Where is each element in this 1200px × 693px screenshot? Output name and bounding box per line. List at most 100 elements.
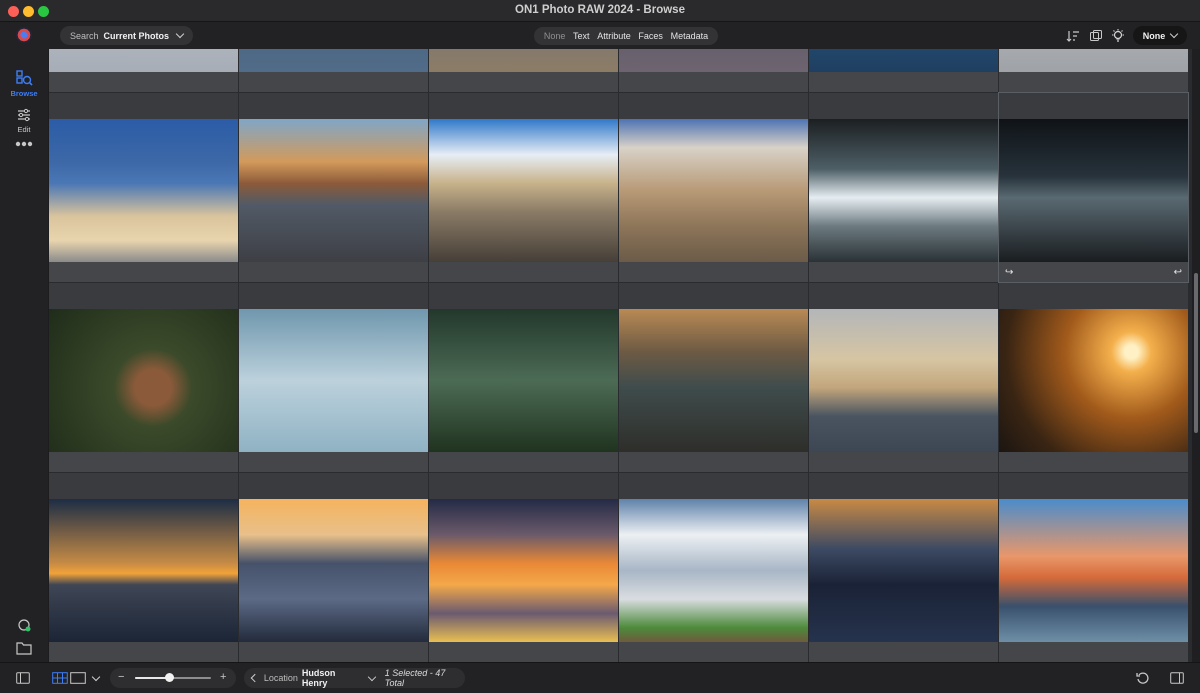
title-bar: ON1 Photo RAW 2024 - Browse xyxy=(0,0,1200,22)
compare-icon xyxy=(1090,29,1102,41)
rotate-left-icon xyxy=(1136,672,1149,684)
browse-label: Browse xyxy=(10,89,38,98)
chevron-down-icon[interactable] xyxy=(367,672,377,681)
preset-dropdown[interactable]: None xyxy=(1133,26,1187,45)
browse-module-button[interactable]: Browse xyxy=(0,69,48,98)
top-toolbar: Search Current Photos None Text Attribut… xyxy=(0,22,1200,49)
photo-image xyxy=(619,499,808,642)
photo-caption-strip xyxy=(999,262,1188,282)
slider-knob[interactable] xyxy=(165,673,175,682)
folders-button[interactable] xyxy=(0,641,48,655)
photo-caption-strip xyxy=(999,452,1188,472)
zoom-in-button[interactable]: + xyxy=(220,671,226,683)
photo-thumbnail[interactable] xyxy=(809,283,998,472)
photo-thumbnail[interactable] xyxy=(239,93,428,282)
photo-image xyxy=(809,49,998,72)
more-modules-button[interactable] xyxy=(0,141,48,147)
photo-thumbnail[interactable] xyxy=(809,93,998,282)
zoom-out-button[interactable]: − xyxy=(118,671,124,683)
rotate-left-icon[interactable]: ↩ xyxy=(1174,267,1182,278)
browse-icon xyxy=(16,70,33,86)
photo-image xyxy=(429,119,618,262)
chevron-down-icon xyxy=(91,672,101,682)
photo-thumbnail[interactable] xyxy=(809,473,998,662)
app-logo-icon[interactable] xyxy=(16,27,32,43)
photo-caption-strip xyxy=(239,452,428,472)
photo-thumbnail[interactable] xyxy=(239,473,428,662)
photo-thumbnail[interactable] xyxy=(999,283,1188,472)
location-bar: Location Hudson Henry 1 Selected - 47 To… xyxy=(244,668,465,688)
filter-metadata[interactable]: Metadata xyxy=(671,31,709,41)
photo-image xyxy=(809,499,998,642)
selection-count: 1 Selected - 47 Total xyxy=(384,668,446,688)
photo-thumbnail[interactable] xyxy=(429,49,618,92)
sliders-icon xyxy=(18,108,30,122)
toggle-left-panel-button[interactable] xyxy=(16,672,30,687)
photo-caption-strip xyxy=(619,642,808,662)
grid-view-icon xyxy=(52,672,68,684)
photo-thumbnail[interactable] xyxy=(619,93,808,282)
quick-look-button[interactable] xyxy=(1110,26,1126,45)
grid-scrollbar[interactable] xyxy=(1192,49,1200,662)
photo-image xyxy=(49,499,238,642)
folder-icon xyxy=(16,642,32,655)
photo-thumbnail[interactable] xyxy=(809,49,998,92)
search-scope-dropdown[interactable]: Search Current Photos xyxy=(60,26,194,45)
filter-none[interactable]: None xyxy=(544,31,566,41)
photo-image xyxy=(239,309,428,452)
extensions-icon xyxy=(18,619,31,632)
grid-view-button[interactable] xyxy=(52,672,68,687)
photo-thumbnail[interactable] xyxy=(239,49,428,92)
photo-image xyxy=(999,499,1188,642)
photo-image xyxy=(429,309,618,452)
photo-thumbnail[interactable] xyxy=(49,49,238,92)
scrollbar-thumb[interactable] xyxy=(1194,273,1198,433)
chevron-left-icon[interactable] xyxy=(250,673,260,683)
detail-view-button[interactable] xyxy=(70,672,86,687)
filter-faces[interactable]: Faces xyxy=(638,31,663,41)
photo-thumbnail[interactable] xyxy=(429,283,618,472)
photo-thumbnail[interactable] xyxy=(999,49,1188,92)
photo-image xyxy=(429,499,618,642)
photo-thumbnail[interactable] xyxy=(619,49,808,92)
photo-caption-strip xyxy=(49,642,238,662)
photo-thumbnail[interactable] xyxy=(429,93,618,282)
preset-value: None xyxy=(1142,30,1166,41)
edit-module-button[interactable]: Edit xyxy=(0,107,48,134)
photo-caption-strip xyxy=(809,72,998,92)
photo-thumbnail[interactable] xyxy=(49,93,238,282)
photo-thumbnail[interactable] xyxy=(999,473,1188,662)
location-value[interactable]: Hudson Henry xyxy=(302,668,362,688)
photo-caption-strip xyxy=(429,72,618,92)
sort-button[interactable] xyxy=(1066,26,1080,45)
slider-fill xyxy=(135,677,170,679)
photo-image xyxy=(619,49,808,72)
photo-image xyxy=(999,49,1188,72)
toggle-right-panel-button[interactable] xyxy=(1170,672,1184,687)
photo-thumbnail[interactable] xyxy=(239,283,428,472)
photo-thumbnail[interactable]: ↪ ↩ xyxy=(998,92,1189,283)
rotate-right-icon[interactable]: ↪ xyxy=(1005,267,1013,278)
sort-icon xyxy=(1066,30,1079,42)
photo-thumbnail[interactable] xyxy=(49,283,238,472)
photo-caption-strip xyxy=(619,72,808,92)
photo-image xyxy=(429,49,618,72)
photo-thumbnail[interactable] xyxy=(429,473,618,662)
lightbulb-icon xyxy=(1112,28,1124,42)
photo-thumbnail[interactable] xyxy=(49,473,238,662)
view-mode-dropdown[interactable] xyxy=(90,671,101,683)
photo-caption-strip xyxy=(619,262,808,282)
filter-attribute[interactable]: Attribute xyxy=(597,31,631,41)
photo-image xyxy=(809,119,998,262)
photo-thumbnail[interactable] xyxy=(619,473,808,662)
extensions-button[interactable] xyxy=(0,617,48,633)
photo-thumbnail[interactable] xyxy=(619,283,808,472)
photo-caption-strip xyxy=(619,452,808,472)
chevron-down-icon xyxy=(175,29,185,39)
undo-button[interactable] xyxy=(1136,671,1150,688)
filter-text[interactable]: Text xyxy=(573,31,590,41)
photo-image xyxy=(619,119,808,262)
compare-button[interactable] xyxy=(1089,26,1103,45)
photo-caption-strip xyxy=(49,452,238,472)
photo-image xyxy=(239,499,428,642)
